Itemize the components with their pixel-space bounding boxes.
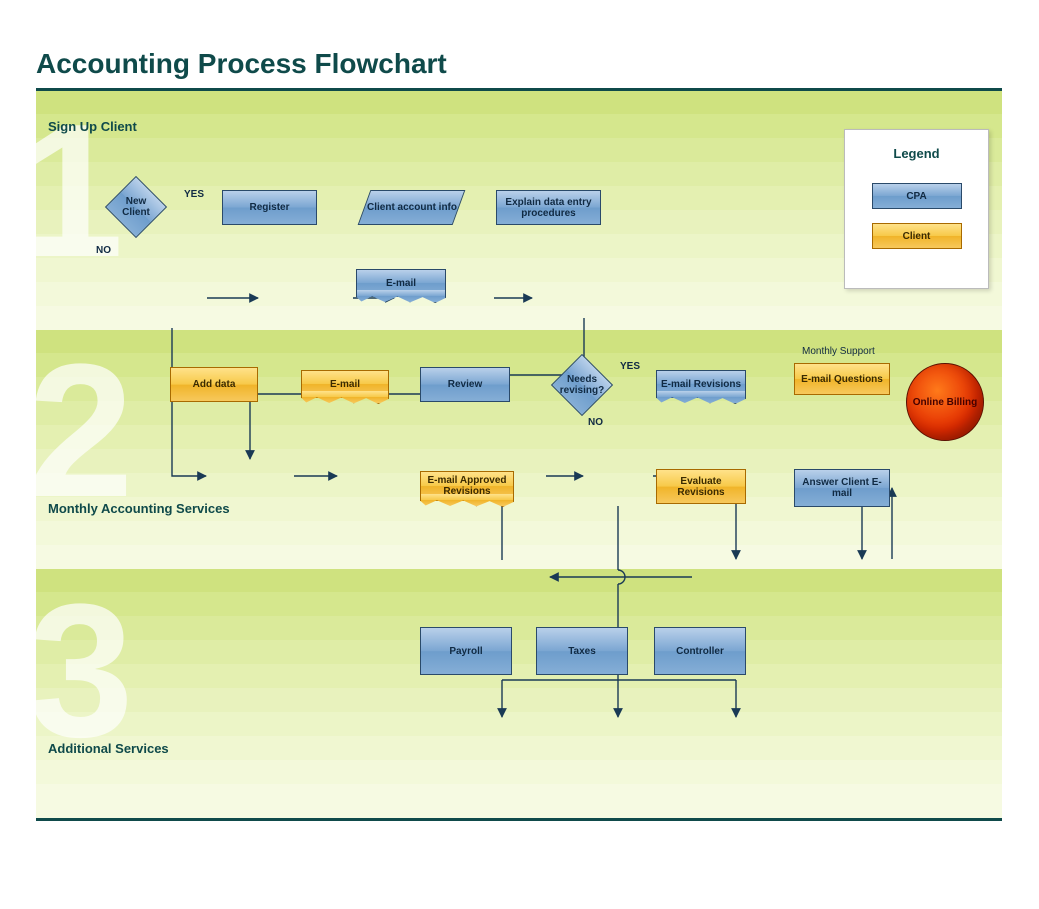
legend-client-label: Client [903, 231, 931, 242]
node-new-client-label: New Client [115, 186, 157, 228]
node-online-billing: Online Billing [906, 363, 984, 441]
node-email-1-label: E-mail [386, 278, 416, 289]
node-payroll-label: Payroll [449, 646, 482, 657]
node-review: Review [420, 367, 510, 402]
legend: Legend CPA Client [844, 129, 989, 289]
node-evaluate-revisions-label: Evaluate Revisions [657, 476, 745, 498]
legend-title: Legend [845, 146, 988, 161]
node-email-1: E-mail [356, 269, 446, 297]
node-explain: Explain data entry procedures [496, 190, 601, 225]
node-account-info-label: Client account info [367, 202, 457, 213]
legend-client: Client [872, 223, 962, 249]
node-email-questions: E-mail Questions [794, 363, 890, 395]
node-answer-client-label: Answer Client E-mail [795, 477, 889, 499]
edge-label-no-2: NO [588, 417, 603, 428]
node-email-revisions-label: E-mail Revisions [661, 379, 741, 390]
node-taxes: Taxes [536, 627, 628, 675]
node-email-2-label: E-mail [330, 379, 360, 390]
node-controller-label: Controller [676, 646, 724, 657]
legend-cpa-label: CPA [906, 191, 926, 202]
node-approved-revisions-label: E-mail Approved Revisions [421, 475, 513, 497]
node-needs-revising-label: Needs revising? [561, 364, 603, 406]
background-bands: 1 2 3 Sign Up Client Monthly Accounting … [36, 91, 1002, 818]
node-add-data-label: Add data [193, 379, 236, 390]
node-online-billing-label: Online Billing [913, 397, 977, 408]
section-label-1: Sign Up Client [48, 119, 137, 134]
legend-cpa: CPA [872, 183, 962, 209]
label-monthly-support: Monthly Support [802, 346, 875, 357]
node-controller: Controller [654, 627, 746, 675]
node-review-label: Review [448, 379, 482, 390]
node-evaluate-revisions: Evaluate Revisions [656, 469, 746, 504]
node-register: Register [222, 190, 317, 225]
node-email-questions-label: E-mail Questions [801, 374, 883, 385]
edge-label-yes-1: YES [184, 189, 204, 200]
node-approved-revisions: E-mail Approved Revisions [420, 471, 514, 501]
edge-label-yes-2: YES [620, 361, 640, 372]
connector-layer [72, 182, 1038, 909]
node-taxes-label: Taxes [568, 646, 596, 657]
page-title: Accounting Process Flowchart [36, 48, 447, 80]
node-add-data: Add data [170, 367, 258, 402]
edge-label-no-1: NO [96, 245, 111, 256]
node-account-info: Client account info [358, 190, 466, 225]
node-register-label: Register [249, 202, 289, 213]
node-payroll: Payroll [420, 627, 512, 675]
node-answer-client: Answer Client E-mail [794, 469, 890, 507]
node-email-2: E-mail [301, 370, 389, 398]
node-email-revisions: E-mail Revisions [656, 370, 746, 398]
node-explain-label: Explain data entry procedures [497, 197, 600, 219]
